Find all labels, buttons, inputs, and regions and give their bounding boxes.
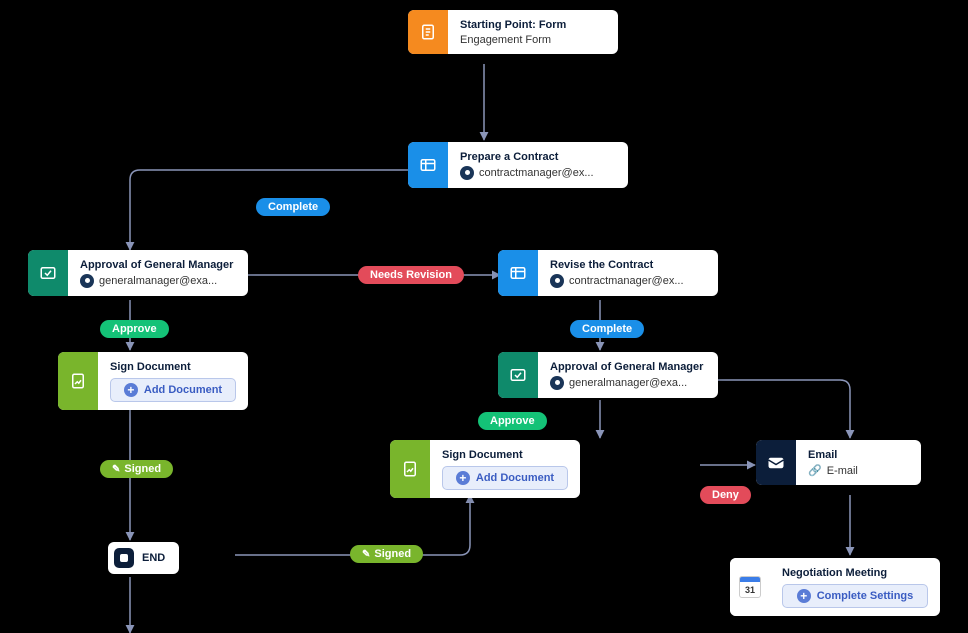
complete-settings-button[interactable]: +Complete Settings bbox=[782, 584, 928, 608]
node-title: Prepare a Contract bbox=[460, 150, 616, 164]
check-doc-icon bbox=[498, 352, 538, 398]
mail-icon bbox=[756, 440, 796, 485]
pill-needs-revision: Needs Revision bbox=[358, 266, 464, 284]
node-email[interactable]: Email E-mail bbox=[756, 440, 921, 485]
user-icon bbox=[80, 274, 94, 288]
node-approval-gm-2[interactable]: Approval of General Manager generalmanag… bbox=[498, 352, 718, 398]
add-document-button[interactable]: +Add Document bbox=[442, 466, 568, 490]
pill-approve: Approve bbox=[100, 320, 169, 338]
sign-icon bbox=[390, 440, 430, 498]
node-subtitle: generalmanager@exa... bbox=[550, 376, 706, 390]
node-subtitle: generalmanager@exa... bbox=[80, 274, 236, 288]
node-approval-gm-1[interactable]: Approval of General Manager generalmanag… bbox=[28, 250, 248, 296]
node-title: Starting Point: Form bbox=[460, 18, 606, 32]
node-sign-document-2[interactable]: Sign Document +Add Document bbox=[390, 440, 580, 498]
pill-deny: Deny bbox=[700, 486, 751, 504]
node-subtitle: Engagement Form bbox=[460, 34, 606, 46]
user-icon bbox=[460, 166, 474, 180]
node-title: Approval of General Manager bbox=[80, 258, 236, 272]
node-prepare-contract[interactable]: Prepare a Contract contractmanager@ex... bbox=[408, 142, 628, 188]
node-end[interactable]: END bbox=[108, 542, 179, 574]
node-subtitle: E-mail bbox=[808, 464, 921, 477]
pill-signed: Signed bbox=[350, 545, 423, 563]
node-starting-point[interactable]: Starting Point: Form Engagement Form bbox=[408, 10, 618, 54]
pill-complete: Complete bbox=[570, 320, 644, 338]
node-title: Revise the Contract bbox=[550, 258, 706, 272]
connector-lines bbox=[0, 0, 968, 633]
check-doc-icon bbox=[28, 250, 68, 296]
add-document-button[interactable]: +Add Document bbox=[110, 378, 236, 402]
node-sign-document-1[interactable]: Sign Document +Add Document bbox=[58, 352, 248, 410]
node-title: Sign Document bbox=[442, 448, 568, 462]
node-subtitle: contractmanager@ex... bbox=[460, 166, 616, 180]
user-icon bbox=[550, 376, 564, 390]
form-icon bbox=[408, 10, 448, 54]
table-icon bbox=[498, 250, 538, 296]
node-title: Approval of General Manager bbox=[550, 360, 706, 374]
node-title: Negotiation Meeting bbox=[782, 566, 928, 580]
node-title: Sign Document bbox=[110, 360, 236, 374]
pen-icon bbox=[112, 463, 120, 475]
node-revise-contract[interactable]: Revise the Contract contractmanager@ex..… bbox=[498, 250, 718, 296]
calendar-icon: 31 bbox=[730, 558, 770, 616]
node-subtitle: contractmanager@ex... bbox=[550, 274, 706, 288]
node-negotiation-meeting[interactable]: 31 Negotiation Meeting +Complete Setting… bbox=[730, 558, 940, 616]
stop-icon bbox=[114, 548, 134, 568]
node-title: Email bbox=[808, 448, 921, 462]
sign-icon bbox=[58, 352, 98, 410]
pill-approve: Approve bbox=[478, 412, 547, 430]
plus-icon: + bbox=[124, 383, 138, 397]
end-label: END bbox=[142, 552, 165, 564]
user-icon bbox=[550, 274, 564, 288]
pill-signed: Signed bbox=[100, 460, 173, 478]
table-icon bbox=[408, 142, 448, 188]
link-icon bbox=[808, 464, 822, 477]
pen-icon bbox=[362, 548, 370, 560]
plus-icon: + bbox=[456, 471, 470, 485]
pill-complete: Complete bbox=[256, 198, 330, 216]
plus-icon: + bbox=[797, 589, 811, 603]
